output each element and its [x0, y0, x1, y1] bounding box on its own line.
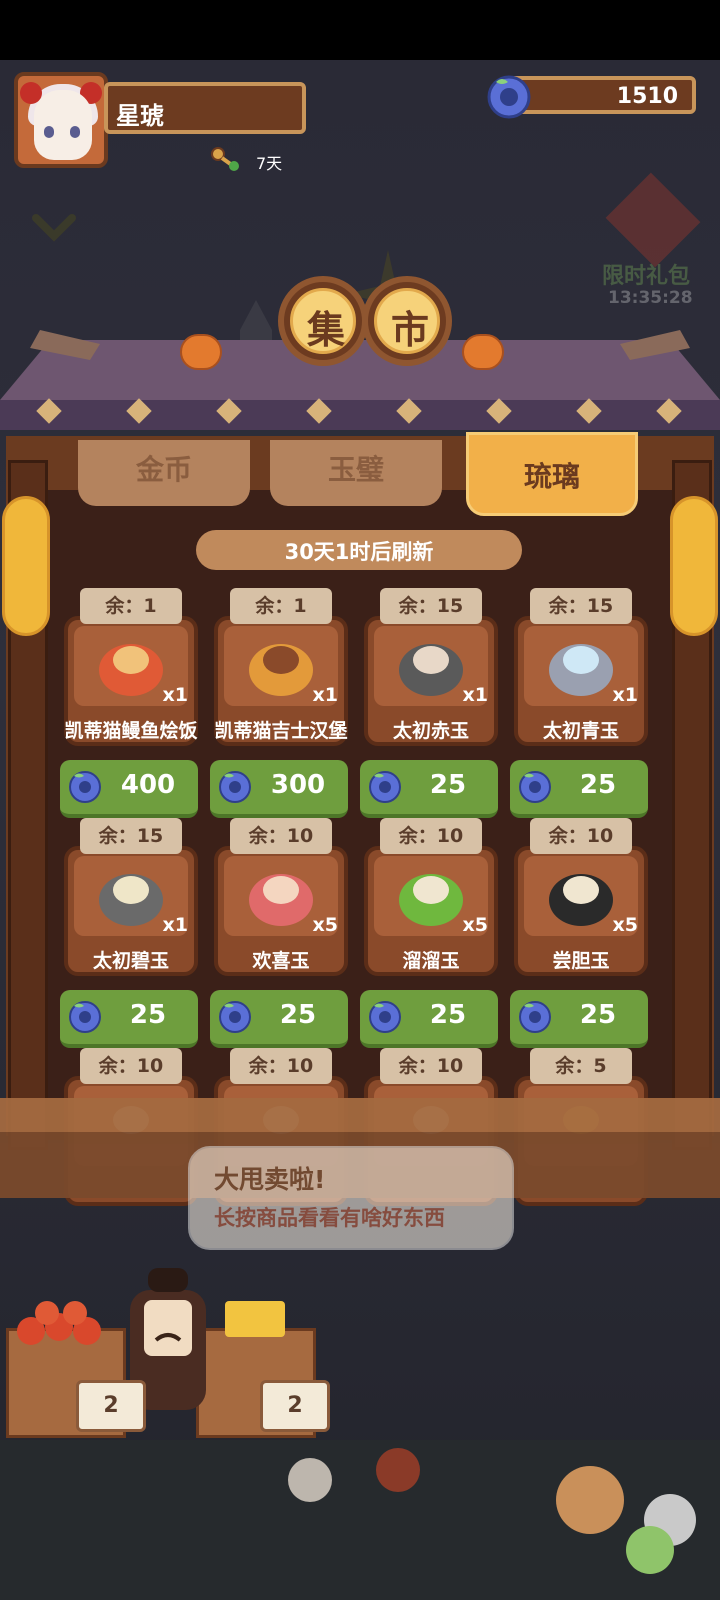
item-stock: 余：10 — [530, 818, 632, 854]
item-price: 25 — [279, 1000, 317, 1030]
item-stock: 余：15 — [380, 588, 482, 624]
refresh-timer: 30天1时后刷新 — [196, 530, 522, 570]
item-name: 太初青玉 — [542, 720, 619, 742]
price-tag-right: 2 — [260, 1380, 330, 1432]
buy-button[interactable]: 400 — [60, 760, 198, 818]
limited-gift-pack[interactable]: 限时礼包 13:35:28 — [600, 172, 712, 312]
item-quantity: x5 — [612, 914, 638, 936]
item-stock: 余：10 — [380, 1048, 482, 1084]
item-stock: 余：10 — [80, 1048, 182, 1084]
glaze-coin-icon — [487, 75, 531, 119]
glaze-coin-icon — [69, 771, 101, 803]
item-frame: x1 太初赤玉 — [364, 616, 498, 746]
item-name: 溜溜玉 — [402, 950, 460, 972]
corn-decoration-left — [2, 496, 50, 636]
buy-button[interactable]: 25 — [360, 760, 498, 818]
item-stock: 余：1 — [230, 588, 332, 624]
item-stock: 余：15 — [530, 588, 632, 624]
tab-gold[interactable]: 金币 — [78, 440, 250, 506]
item-price: 25 — [579, 1000, 617, 1030]
item-quantity: x1 — [162, 914, 188, 936]
item-price: 25 — [579, 770, 617, 800]
item-stock: 余：10 — [380, 818, 482, 854]
player-name: 星琥 — [116, 102, 164, 130]
glaze-coin-icon — [219, 771, 251, 803]
shop-sign-left: 集 — [278, 276, 368, 366]
item-stock: 余：10 — [230, 818, 332, 854]
currency-amount: 1510 — [616, 84, 678, 109]
gift-label: 限时礼包 — [602, 264, 691, 289]
currency-bar[interactable]: 1510 — [508, 76, 696, 114]
price-tag-left: 2 — [76, 1380, 146, 1432]
tab-glaze[interactable]: 琉璃 — [466, 432, 638, 516]
item-quantity: x1 — [462, 684, 488, 706]
item-quantity: x1 — [162, 684, 188, 706]
item-quantity: x1 — [312, 684, 338, 706]
glaze-coin-icon — [219, 1001, 251, 1033]
buy-button[interactable]: 25 — [60, 990, 198, 1048]
persimmon-decoration — [180, 334, 222, 370]
item-quantity: x5 — [312, 914, 338, 936]
item-price: 25 — [129, 1000, 167, 1030]
player-avatar[interactable] — [14, 72, 108, 168]
item-name: 太初碧玉 — [92, 950, 169, 972]
item-frame: x1 凯蒂猫鳗鱼烩饭 — [64, 616, 198, 746]
player-name-bar: 星琥 — [104, 82, 306, 134]
glaze-coin-icon — [519, 1001, 551, 1033]
item-price: 300 — [270, 770, 326, 800]
status-bar — [0, 0, 720, 60]
buy-button[interactable]: 25 — [360, 990, 498, 1048]
item-price: 25 — [429, 770, 467, 800]
chevron-down-icon[interactable] — [30, 210, 78, 244]
item-name: 太初赤玉 — [392, 720, 469, 742]
item-name: 尝胆玉 — [552, 950, 610, 972]
item-frame: x1 太初碧玉 — [64, 846, 198, 976]
glaze-coin-icon — [69, 1001, 101, 1033]
key-icon — [211, 147, 239, 171]
days-label: 7天 — [256, 154, 283, 173]
glaze-coin-icon — [369, 771, 401, 803]
item-frame: x5 欢喜玉 — [214, 846, 348, 976]
gift-timer: 13:35:28 — [608, 288, 693, 308]
shop-sign-right: 市 — [362, 276, 452, 366]
buy-button[interactable]: 25 — [510, 760, 648, 818]
persimmon-decoration — [462, 334, 504, 370]
item-frame: x1 凯蒂猫吉士汉堡 — [214, 616, 348, 746]
item-price: 25 — [429, 1000, 467, 1030]
item-name: 欢喜玉 — [252, 950, 310, 972]
item-frame: x5 尝胆玉 — [514, 846, 648, 976]
buy-button[interactable]: 25 — [510, 990, 648, 1048]
item-stock: 余：10 — [230, 1048, 332, 1084]
buy-button[interactable]: 300 — [210, 760, 348, 818]
street-ground — [0, 1440, 720, 1600]
speech-line-2: 长按商品看看有啥好东西 — [214, 1206, 445, 1230]
glaze-coin-icon — [369, 1001, 401, 1033]
item-stock: 余：1 — [80, 588, 182, 624]
item-price: 400 — [120, 770, 176, 800]
speech-line-1: 大甩卖啦! — [214, 1165, 326, 1194]
item-name: 凯蒂猫鳗鱼烩饭 — [64, 720, 198, 742]
speech-bubble: 大甩卖啦! 长按商品看看有啥好东西 — [188, 1146, 514, 1250]
buy-button[interactable]: 25 — [210, 990, 348, 1048]
item-frame: x1 太初青玉 — [514, 616, 648, 746]
item-stock: 余：15 — [80, 818, 182, 854]
item-quantity: x5 — [462, 914, 488, 936]
item-quantity: x1 — [612, 684, 638, 706]
item-frame: x5 溜溜玉 — [364, 846, 498, 976]
corn-decoration-right — [670, 496, 718, 636]
tab-jade[interactable]: 玉璧 — [270, 440, 442, 506]
item-name: 凯蒂猫吉士汉堡 — [214, 720, 348, 742]
glaze-coin-icon — [519, 771, 551, 803]
gift-box-icon — [605, 172, 701, 268]
item-stock: 余：5 — [530, 1048, 632, 1084]
